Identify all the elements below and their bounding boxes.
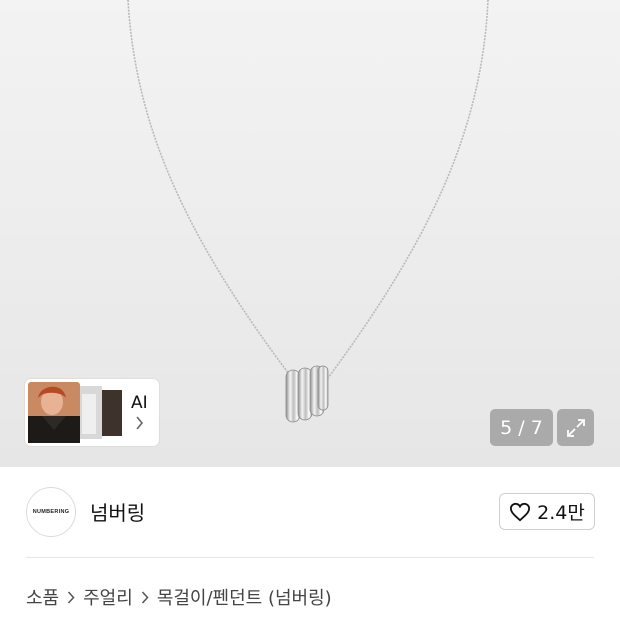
brand-row: NUMBERING 넘버링 2.4만 <box>0 467 620 557</box>
ai-styling-card[interactable]: AI <box>25 379 159 446</box>
expand-button[interactable] <box>557 409 594 446</box>
ai-model-thumbnails <box>28 382 122 443</box>
like-count: 2.4만 <box>537 502 585 524</box>
ai-label: AI <box>131 393 148 413</box>
expand-arrows-icon <box>566 418 585 437</box>
breadcrumb: 소품 주얼리 목걸이/펜던트 (넘버링) <box>26 584 332 610</box>
chevron-right-icon <box>141 590 149 604</box>
heart-outline-icon <box>510 502 531 521</box>
brand-logo[interactable]: NUMBERING <box>26 487 76 537</box>
chevron-right-icon <box>136 416 144 430</box>
brand-name[interactable]: 넘버링 <box>90 497 145 526</box>
chevron-right-icon <box>67 590 75 604</box>
breadcrumb-item-jewelry[interactable]: 주얼리 <box>83 584 133 610</box>
breadcrumb-item-accessories[interactable]: 소품 <box>26 584 59 610</box>
product-image-gallery[interactable]: AI 5 / 7 <box>0 0 620 467</box>
like-button[interactable]: 2.4만 <box>499 493 595 530</box>
image-counter: 5 / 7 <box>490 409 553 446</box>
breadcrumb-item-necklace[interactable]: 목걸이/펜던트 (넘버링) <box>157 584 332 610</box>
divider <box>26 557 594 558</box>
